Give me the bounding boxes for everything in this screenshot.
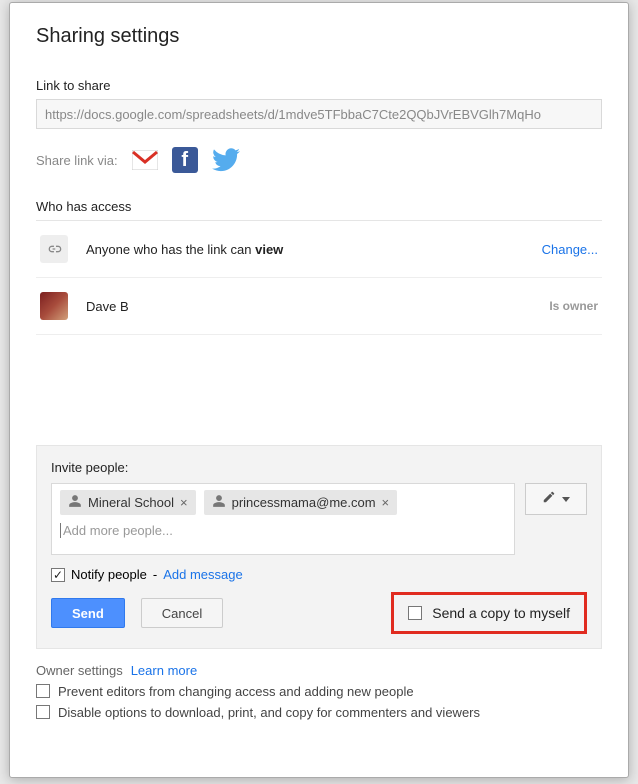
owner-settings: Owner settings Learn more Prevent editor…	[36, 663, 602, 720]
send-copy-checkbox[interactable]	[408, 606, 422, 620]
share-link-via-row: Share link via: f	[36, 147, 602, 173]
facebook-icon[interactable]: f	[172, 147, 198, 173]
owner-name: Dave B	[86, 299, 531, 314]
send-copy-to-myself-group: Send a copy to myself	[391, 592, 587, 634]
sharing-settings-dialog: Sharing settings Link to share Share lin…	[9, 2, 629, 778]
link-sharing-description: Anyone who has the link can view	[86, 242, 524, 257]
invite-chip[interactable]: Mineral School ×	[60, 490, 196, 515]
send-button[interactable]: Send	[51, 598, 125, 628]
notify-people-checkbox[interactable]	[51, 568, 65, 582]
learn-more-link[interactable]: Learn more	[131, 663, 197, 678]
link-sharing-mode: view	[255, 242, 283, 257]
notify-row: Notify people - Add message	[51, 567, 587, 582]
chevron-down-icon	[562, 497, 570, 502]
prevent-editors-label: Prevent editors from changing access and…	[58, 684, 414, 699]
owner-settings-title: Owner settings	[36, 663, 123, 678]
owner-avatar	[40, 292, 68, 320]
who-has-access-heading: Who has access	[36, 199, 602, 214]
prevent-editors-checkbox[interactable]	[36, 684, 50, 698]
owner-tag: Is owner	[549, 299, 598, 313]
add-more-people-placeholder: Add more people...	[60, 523, 506, 538]
chip-remove-icon[interactable]: ×	[180, 495, 188, 510]
link-sharing-icon	[40, 235, 68, 263]
link-to-share-input[interactable]	[36, 99, 602, 129]
notify-separator: -	[153, 567, 157, 582]
link-sharing-prefix: Anyone who has the link can	[86, 242, 255, 257]
invite-panel: Invite people: Mineral School ×	[36, 445, 602, 649]
access-list: Anyone who has the link can view Change.…	[36, 221, 602, 335]
person-icon	[212, 494, 226, 511]
invite-button-row: Send Cancel Send a copy to myself	[51, 592, 587, 634]
share-link-via-label: Share link via:	[36, 153, 118, 168]
access-row-link-sharing: Anyone who has the link can view Change.…	[36, 221, 602, 278]
change-link-sharing-button[interactable]: Change...	[542, 242, 598, 257]
twitter-icon[interactable]	[212, 148, 240, 172]
invite-chip[interactable]: princessmama@me.com ×	[204, 490, 398, 515]
cancel-button[interactable]: Cancel	[141, 598, 223, 628]
link-to-share-label: Link to share	[36, 78, 602, 93]
notify-people-label: Notify people	[71, 567, 147, 582]
invite-row: Mineral School × princessmama@me.com × A…	[51, 483, 587, 555]
invite-chips: Mineral School × princessmama@me.com ×	[60, 490, 506, 515]
chip-remove-icon[interactable]: ×	[382, 495, 390, 510]
pencil-icon	[542, 490, 556, 509]
permission-picker-button[interactable]	[525, 483, 587, 515]
dialog-title: Sharing settings	[36, 25, 602, 48]
chip-label: princessmama@me.com	[232, 495, 376, 510]
access-row-owner: Dave B Is owner	[36, 278, 602, 335]
gmail-icon[interactable]	[132, 150, 158, 170]
invite-people-label: Invite people:	[51, 460, 587, 475]
disable-download-checkbox[interactable]	[36, 705, 50, 719]
send-copy-label: Send a copy to myself	[432, 605, 570, 621]
person-icon	[68, 494, 82, 511]
invite-people-input[interactable]: Mineral School × princessmama@me.com × A…	[51, 483, 515, 555]
add-message-link[interactable]: Add message	[163, 567, 243, 582]
disable-download-label: Disable options to download, print, and …	[58, 705, 480, 720]
chip-label: Mineral School	[88, 495, 174, 510]
